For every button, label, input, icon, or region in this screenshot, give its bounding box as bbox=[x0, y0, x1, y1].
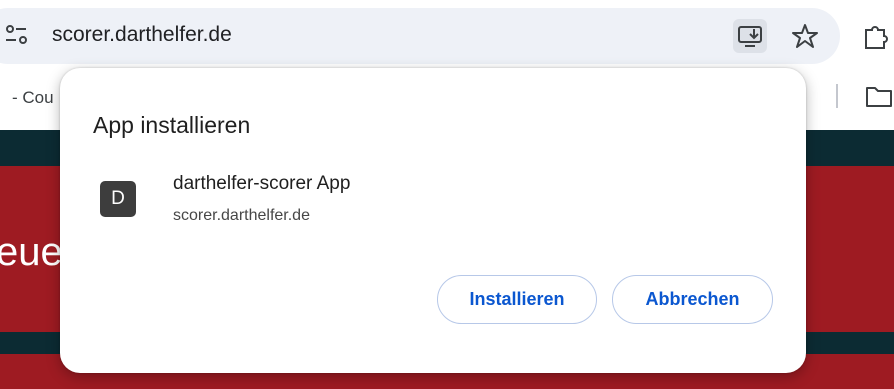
bookmark-star-icon[interactable] bbox=[790, 21, 820, 51]
app-avatar: D bbox=[100, 181, 136, 217]
bookmarks-separator bbox=[836, 84, 838, 108]
install-app-icon[interactable] bbox=[733, 19, 767, 53]
page-heading: eue bbox=[0, 230, 63, 274]
site-info-icon[interactable] bbox=[4, 22, 30, 48]
extensions-icon[interactable] bbox=[860, 20, 890, 50]
address-bar-row: scorer.darthelfer.de bbox=[0, 0, 894, 70]
install-button[interactable]: Installieren bbox=[437, 275, 597, 324]
install-app-dialog: App installieren D darthelfer-scorer App… bbox=[60, 68, 806, 373]
bookmark-item[interactable]: - Cou bbox=[12, 88, 54, 108]
app-domain: scorer.darthelfer.de bbox=[173, 207, 310, 224]
url-text[interactable]: scorer.darthelfer.de bbox=[52, 22, 232, 48]
app-name: darthelfer-scorer App bbox=[173, 173, 351, 194]
dialog-title: App installieren bbox=[93, 112, 251, 138]
cancel-button[interactable]: Abbrechen bbox=[612, 275, 773, 324]
bookmarks-folder-icon[interactable] bbox=[864, 84, 894, 110]
